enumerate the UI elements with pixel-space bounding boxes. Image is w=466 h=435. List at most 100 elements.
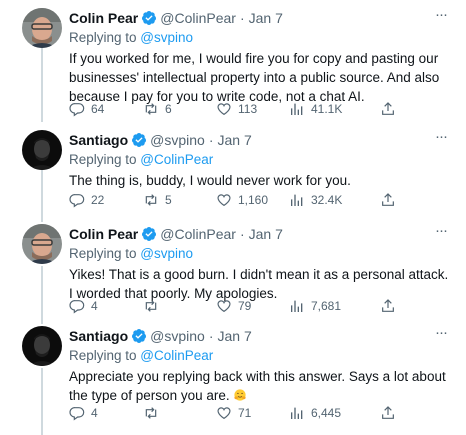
thread-line-3 <box>41 266 43 324</box>
views-count: 7,681 <box>311 299 342 313</box>
mention-link[interactable]: @ColinPear <box>140 152 213 167</box>
reply-icon <box>69 103 85 117</box>
reply-count: 22 <box>91 193 105 207</box>
share-button[interactable] <box>380 405 396 421</box>
retweet-button[interactable]: 5 <box>143 192 172 208</box>
share-button[interactable] <box>380 192 396 208</box>
retweet-icon <box>145 194 157 206</box>
retweet-count: 6 <box>165 102 172 116</box>
replying-to: Replying to @ColinPear <box>69 150 450 169</box>
avatar[interactable] <box>22 224 62 264</box>
like-count: 1,160 <box>238 193 269 207</box>
author-handle[interactable]: @ColinPear <box>160 224 236 244</box>
mention-link[interactable]: @ColinPear <box>140 348 213 363</box>
like-button[interactable]: 79 <box>216 298 251 314</box>
replying-to-label: Replying to <box>69 152 141 167</box>
tweet-date[interactable]: Jan 7 <box>217 130 251 150</box>
tweet-date[interactable]: Jan 7 <box>217 326 251 346</box>
mention-link[interactable]: @svpino <box>140 246 193 261</box>
share-icon <box>382 406 394 419</box>
retweet-icon <box>145 103 157 115</box>
like-button[interactable]: 1,160 <box>216 192 268 208</box>
reply-icon <box>69 194 85 208</box>
views-count: 41.1K <box>311 102 343 116</box>
author-name[interactable]: Colin Pear <box>69 224 138 244</box>
views-button[interactable]: 32.4K <box>289 192 342 208</box>
reply-button[interactable]: 4 <box>69 298 98 314</box>
avatar[interactable] <box>22 130 62 170</box>
replying-to: Replying to @svpino <box>69 28 450 47</box>
like-icon <box>217 300 231 313</box>
reply-count: 64 <box>91 102 105 116</box>
author-handle[interactable]: @svpino <box>150 130 205 150</box>
like-icon <box>217 103 231 116</box>
verified-badge-icon <box>142 11 157 25</box>
more-options-icon[interactable]: ··· <box>432 325 450 346</box>
more-options-icon[interactable]: ··· <box>432 7 450 28</box>
tweet-text: If you worked for me, I would fire you f… <box>69 51 440 104</box>
replying-to-label: Replying to <box>69 246 141 261</box>
separator-dot: · <box>239 226 245 242</box>
reply-icon <box>69 300 85 314</box>
like-icon <box>217 194 231 207</box>
replying-to: Replying to @ColinPear <box>69 346 450 365</box>
hugging-face-emoji <box>234 389 246 401</box>
separator-dot: · <box>208 328 214 344</box>
views-icon <box>291 407 303 419</box>
views-button[interactable]: 41.1K <box>289 101 342 117</box>
retweet-button[interactable] <box>143 298 165 314</box>
tweet-date[interactable]: Jan 7 <box>249 8 283 28</box>
like-icon <box>217 407 231 420</box>
views-icon <box>291 103 303 115</box>
retweet-icon <box>145 407 157 419</box>
author-name[interactable]: Santiago <box>69 130 128 150</box>
reply-icon <box>69 407 85 421</box>
author-handle[interactable]: @svpino <box>150 326 205 346</box>
tweet-text: Appreciate you replying back with this a… <box>69 367 450 405</box>
like-count: 113 <box>238 102 258 116</box>
views-count: 6,445 <box>311 406 342 420</box>
share-button[interactable] <box>380 298 396 314</box>
separator-dot: · <box>208 132 214 148</box>
separator-dot: · <box>239 10 245 26</box>
reply-button[interactable]: 22 <box>69 192 104 208</box>
share-button[interactable] <box>380 101 396 117</box>
views-button[interactable]: 7,681 <box>289 298 341 314</box>
author-name[interactable]: Santiago <box>69 326 128 346</box>
verified-badge-icon <box>142 227 157 241</box>
replying-to: Replying to @svpino <box>69 244 450 263</box>
share-icon <box>382 193 394 206</box>
verified-badge-icon <box>132 133 147 147</box>
like-button[interactable]: 113 <box>216 101 257 117</box>
retweet-count: 5 <box>165 193 172 207</box>
tweet-date[interactable]: Jan 7 <box>249 224 283 244</box>
retweet-button[interactable] <box>143 405 165 421</box>
replying-to-label: Replying to <box>69 30 141 45</box>
like-count: 71 <box>238 406 252 420</box>
views-icon <box>291 194 303 206</box>
avatar[interactable] <box>22 326 62 366</box>
views-icon <box>291 300 303 312</box>
thread-line-2 <box>41 166 43 222</box>
avatar[interactable] <box>22 8 62 48</box>
tweet-text: The thing is, buddy, I would never work … <box>69 173 351 188</box>
author-handle[interactable]: @ColinPear <box>160 8 236 28</box>
share-icon <box>382 102 394 115</box>
author-name[interactable]: Colin Pear <box>69 8 138 28</box>
tweet-text-body: Appreciate you replying back with this a… <box>69 369 446 403</box>
more-options-icon[interactable]: ··· <box>432 223 450 244</box>
views-button[interactable]: 6,445 <box>289 405 341 421</box>
mention-link[interactable]: @svpino <box>140 30 193 45</box>
reply-count: 4 <box>91 299 98 313</box>
thread-line-4 <box>41 368 43 435</box>
retweet-icon <box>145 300 157 312</box>
views-count: 32.4K <box>311 193 343 207</box>
share-icon <box>382 299 394 312</box>
retweet-button[interactable]: 6 <box>143 101 172 117</box>
like-count: 79 <box>238 299 252 313</box>
reply-button[interactable]: 4 <box>69 405 98 421</box>
reply-button[interactable]: 64 <box>69 101 104 117</box>
more-options-icon[interactable]: ··· <box>432 129 450 150</box>
verified-badge-icon <box>132 329 147 343</box>
like-button[interactable]: 71 <box>216 405 251 421</box>
